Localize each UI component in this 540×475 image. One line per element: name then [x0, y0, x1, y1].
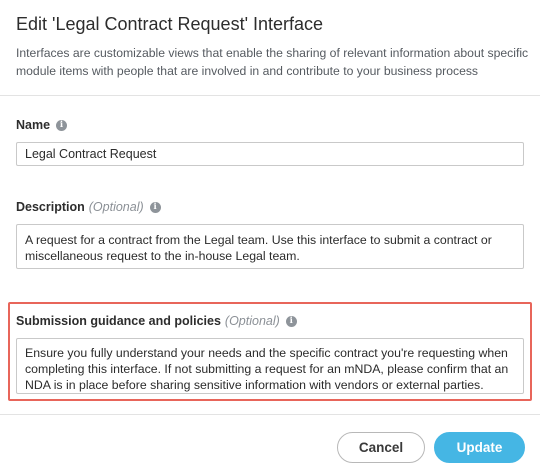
optional-tag: (Optional) [88, 200, 144, 214]
dialog-header: Edit 'Legal Contract Request' Interface … [0, 0, 540, 95]
description-textarea[interactable]: A request for a contract from the Legal … [16, 224, 524, 269]
dialog-subtitle: Interfaces are customizable views that e… [16, 46, 529, 78]
name-input[interactable]: Legal Contract Request [16, 142, 524, 166]
info-icon[interactable]: i [149, 201, 161, 213]
info-icon[interactable]: i [285, 315, 297, 327]
description-label: Description (Optional) i [16, 200, 161, 214]
description-label-text: Description [16, 200, 85, 214]
cancel-button[interactable]: Cancel [337, 432, 425, 463]
name-label-text: Name [16, 118, 51, 132]
optional-tag: (Optional) [224, 314, 280, 328]
info-icon[interactable]: i [56, 119, 68, 131]
update-button[interactable]: Update [434, 432, 525, 463]
footer-divider [0, 414, 540, 415]
guidance-label: Submission guidance and policies (Option… [16, 314, 297, 328]
header-divider [0, 95, 540, 96]
dialog-title: Edit 'Legal Contract Request' Interface [16, 14, 324, 34]
name-label: Name i [16, 118, 68, 132]
guidance-textarea[interactable]: Ensure you fully understand your needs a… [16, 338, 524, 394]
guidance-label-text: Submission guidance and policies [16, 314, 221, 328]
